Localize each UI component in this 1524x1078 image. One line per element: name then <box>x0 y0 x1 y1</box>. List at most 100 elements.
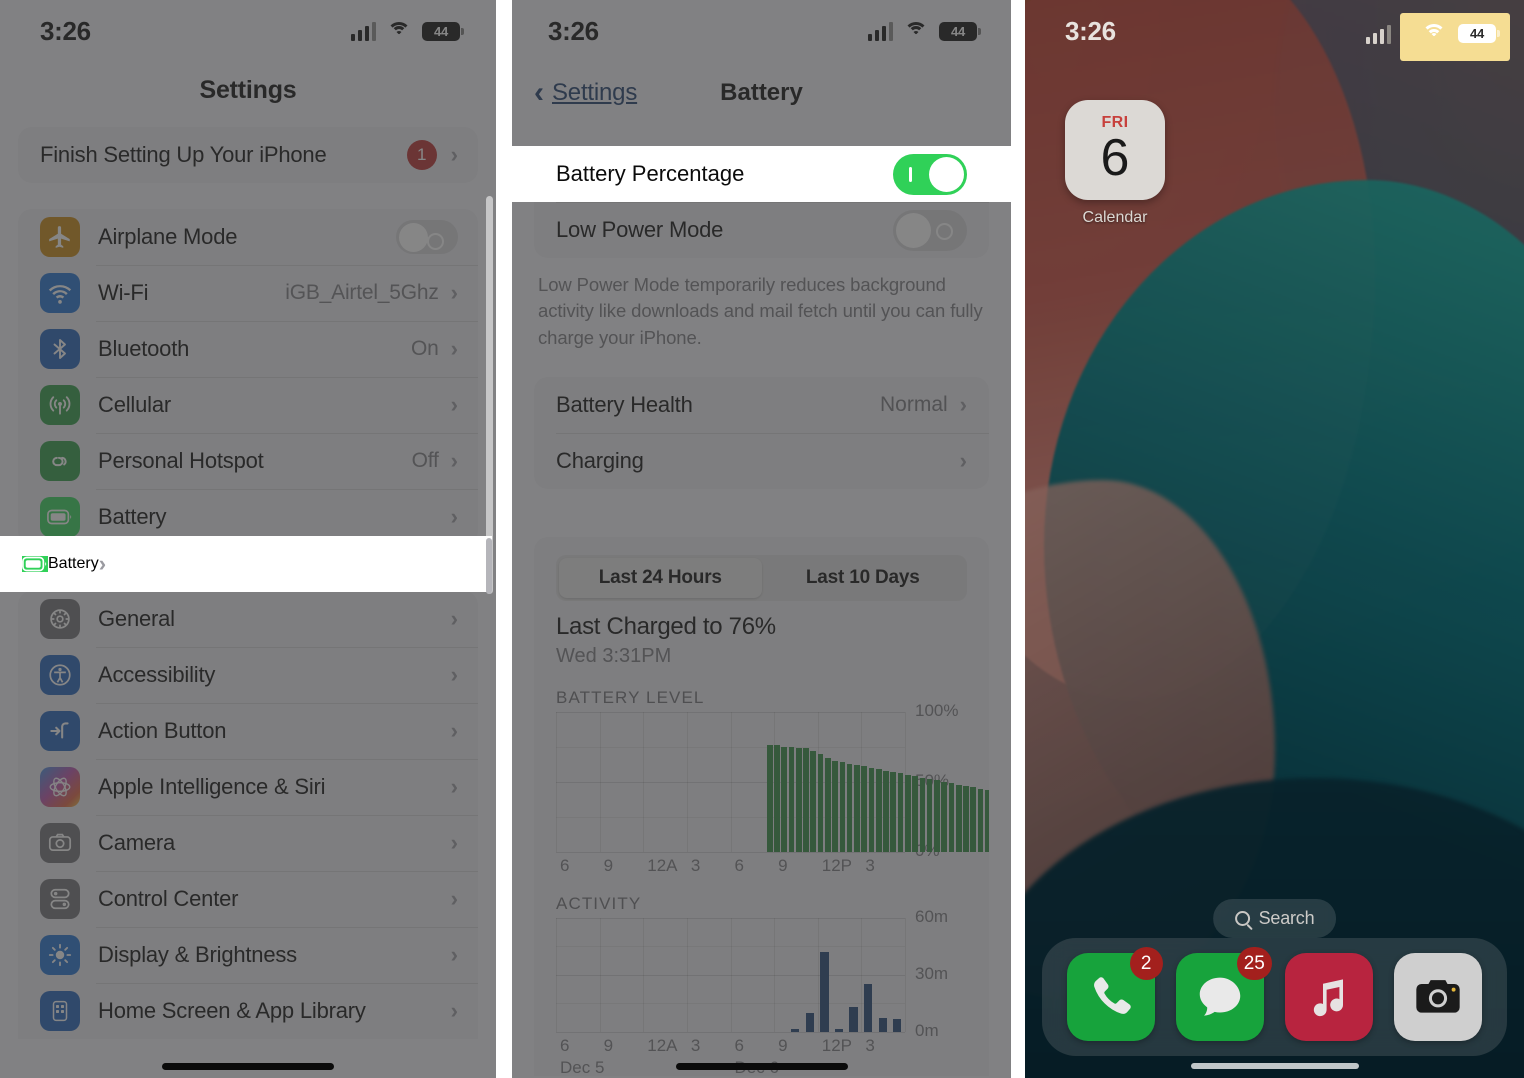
calendar-app[interactable]: FRI 6 Calendar <box>1065 100 1165 227</box>
phone-app[interactable]: 2 <box>1066 947 1163 1041</box>
status-time: 3:26 <box>548 15 599 46</box>
battery-level-bar <box>861 766 868 852</box>
battery-health-row[interactable]: Battery Health Normal › <box>534 377 989 433</box>
sidebar-item-battery[interactable]: Battery › <box>0 536 492 592</box>
connectivity-group: Airplane Mode Wi-Fi iGB_Airtel_5Ghz › Bl… <box>18 209 478 545</box>
gridline-vertical <box>817 917 819 1032</box>
finish-setup-label: Finish Setting Up Your iPhone <box>40 142 327 167</box>
battery-level-bar <box>984 790 989 852</box>
sidebar-item-accessibility[interactable]: Accessibility › <box>18 647 478 703</box>
battery-percentage-toggle[interactable] <box>893 153 967 195</box>
battery-level-bar <box>970 787 977 852</box>
sidebar-item-cellular[interactable]: Cellular › <box>18 377 478 433</box>
activity-plot: 0m 30m 60m <box>556 907 948 1040</box>
calendar-app-label: Calendar <box>1082 209 1148 226</box>
accessibility-label: Accessibility <box>98 662 216 687</box>
sidebar-item-bluetooth[interactable]: Bluetooth On › <box>18 321 478 377</box>
gridline-vertical <box>730 711 732 852</box>
charging-row[interactable]: Charging › <box>534 432 989 489</box>
gridline-vertical <box>774 917 776 1032</box>
tab-last-10-days[interactable]: Last 10 Days <box>762 558 965 598</box>
chevron-right-icon: › <box>450 830 458 855</box>
sidebar-item-finish-setup[interactable]: Finish Setting Up Your iPhone 1 › <box>18 127 478 183</box>
cellular-label: Cellular <box>98 392 171 417</box>
gridline-vertical <box>599 917 601 1032</box>
sidebar-item-apple-intelligence-siri[interactable]: Apple Intelligence & Siri › <box>18 759 478 815</box>
battery-level-text: 44 <box>1469 26 1485 41</box>
gridline-vertical <box>730 917 732 1032</box>
activity-chart-title: ACTIVITY <box>556 893 642 913</box>
x-axis-tick-label: 9 <box>778 1035 788 1055</box>
x-axis-tick-label: 12A <box>647 1035 678 1055</box>
battery-level-bar <box>883 770 889 852</box>
calendar-icon: FRI 6 <box>1065 100 1165 200</box>
sidebar-item-airplane-mode[interactable]: Airplane Mode <box>18 209 478 265</box>
sidebar-item-home-screen-app-library[interactable]: Home Screen & App Library › <box>18 983 478 1039</box>
x-axis-tick-label: 9 <box>778 855 788 875</box>
battery-health-value: Normal <box>879 392 948 416</box>
wifi-value: iGB_Airtel_5Ghz <box>285 281 439 304</box>
sidebar-item-personal-hotspot[interactable]: Personal Hotspot Off › <box>18 433 478 489</box>
battery-percentage-row[interactable]: Battery Percentage <box>512 146 1011 202</box>
general-label: General <box>98 606 175 631</box>
search-label: Search <box>1258 908 1315 928</box>
battery-level-bar <box>868 767 875 852</box>
airplane-mode-label: Airplane Mode <box>98 224 238 249</box>
low-power-mode-footnote: Low Power Mode temporarily reduces backg… <box>538 274 983 348</box>
status-time: 3:26 <box>40 15 91 46</box>
chevron-right-icon: › <box>450 606 458 631</box>
gridline-vertical <box>556 917 557 1032</box>
battery-icon: 44 <box>939 21 981 41</box>
sidebar-item-action-button[interactable]: Action Button › <box>18 703 478 759</box>
wifi-icon <box>387 21 411 41</box>
sidebar-item-camera[interactable]: Camera › <box>18 815 478 871</box>
music-app[interactable] <box>1285 953 1374 1041</box>
control-center-label: Control Center <box>98 886 239 911</box>
messages-app[interactable]: 25 <box>1175 947 1272 1041</box>
battery-level-bar <box>912 776 918 852</box>
battery-level-text: 44 <box>433 23 449 39</box>
search-button[interactable]: Search <box>1212 899 1337 938</box>
battery-percentage-label: Battery Percentage <box>556 161 745 186</box>
sidebar-item-display-brightness[interactable]: Display & Brightness › <box>18 927 478 983</box>
back-button[interactable]: ‹ Settings <box>534 78 637 108</box>
low-power-mode-toggle[interactable] <box>893 209 967 251</box>
home-screen-app-library-label: Home Screen & App Library <box>98 998 366 1023</box>
battery-health-group: Battery Health Normal › Charging › <box>534 376 989 489</box>
battery-level-bar <box>803 748 809 852</box>
airplane-mode-toggle[interactable] <box>396 220 458 254</box>
action-button-label: Action Button <box>98 718 227 743</box>
settings-panel: 3:26 44 Settings Finish Setting Up Your … <box>0 0 496 1078</box>
camera-app[interactable] <box>1394 953 1483 1041</box>
chevron-right-icon: › <box>450 142 458 167</box>
battery-level-bar <box>766 745 773 852</box>
y-axis-tick-label: 30m <box>915 963 949 983</box>
calendar-day-number: 6 <box>1100 129 1130 188</box>
status-icons: 44 <box>350 21 464 41</box>
battery-percentage-indicator: 44 <box>1458 24 1500 43</box>
sidebar-item-wifi[interactable]: Wi-Fi iGB_Airtel_5Ghz › <box>18 265 478 321</box>
scrollbar-thumb[interactable] <box>486 538 492 594</box>
battery-level-bar <box>941 781 947 852</box>
y-axis-tick-label: 100% <box>915 700 959 720</box>
battery-level-bar <box>781 746 788 852</box>
sidebar-item-general[interactable]: General › <box>18 591 478 647</box>
battery-level-bar <box>832 760 838 852</box>
three-panel-screenshot: 3:26 44 Settings Finish Setting Up Your … <box>0 0 1524 1078</box>
low-power-mode-row[interactable]: Low Power Mode <box>534 202 989 258</box>
scrollbar[interactable] <box>486 196 493 594</box>
y-axis-tick-label: 60m <box>915 906 949 926</box>
chevron-right-icon: › <box>450 448 458 473</box>
dock: 2 25 <box>1042 938 1507 1056</box>
tab-last-24-hours[interactable]: Last 24 Hours <box>559 557 762 598</box>
usage-range-segmented-control[interactable]: Last 24 Hours Last 10 Days <box>556 554 967 601</box>
activity-bar <box>849 1007 858 1032</box>
chevron-right-icon: › <box>450 662 458 687</box>
activity-bar <box>878 1017 887 1032</box>
sidebar-item-control-center[interactable]: Control Center › <box>18 871 478 927</box>
chevron-right-icon: › <box>450 998 458 1023</box>
activity-bar <box>863 984 873 1032</box>
status-time: 3:26 <box>1065 15 1116 46</box>
control-center-icon <box>40 879 80 919</box>
